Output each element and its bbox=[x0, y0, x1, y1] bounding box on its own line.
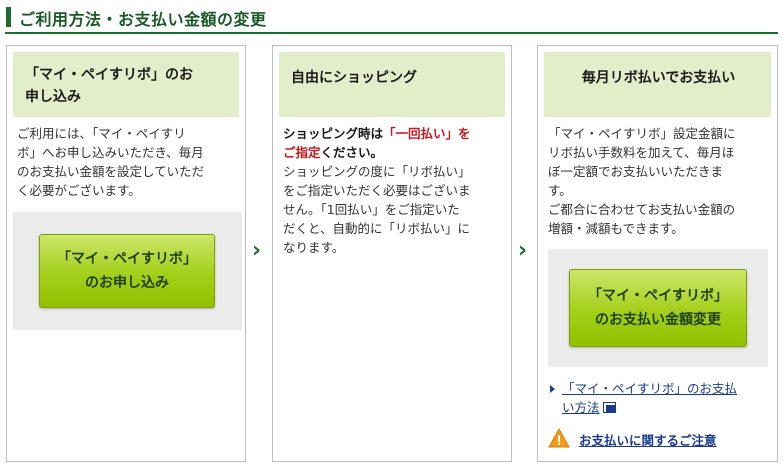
step-card-monthly: 毎月リボ払いでお支払い 「マイ・ペイすリボ」設定金額に リボ払い手数料を加えて、… bbox=[537, 45, 778, 462]
step-heading-line1: 「マイ・ペイすリボ」のお bbox=[25, 67, 193, 83]
desc-line: す。 bbox=[548, 183, 572, 198]
step-description-monthly: 「マイ・ペイすリボ」設定金額に リボ払い手数料を加えて、毎月ほ ぼ一定額でお支払… bbox=[548, 124, 769, 238]
new-window-icon bbox=[602, 402, 616, 413]
link-line2: い方法 bbox=[562, 400, 600, 415]
payment-notice-link[interactable]: お支払いに関するご注意 bbox=[579, 430, 717, 449]
step-card-apply: 「マイ・ペイすリボ」のお 申し込み ご利用には、「マイ・ペイすリ ボ」へお申し込… bbox=[6, 45, 246, 462]
desc-line: 増額・減額もできます。 bbox=[548, 221, 684, 236]
apply-button-line1: 「マイ・ペイすリボ」 bbox=[57, 251, 197, 267]
step-heading-line2: 申し込み bbox=[25, 89, 81, 105]
desc-line: のお支払い金額を設定していただ bbox=[17, 164, 205, 179]
payment-method-link[interactable]: 「マイ・ペイすリボ」のお支払 い方法 bbox=[562, 379, 767, 417]
desc-line: ご都合に合わせてお支払い金額の bbox=[548, 202, 736, 217]
apply-button[interactable]: 「マイ・ペイすリボ」 のお申し込み bbox=[39, 234, 215, 308]
step-card-shopping: 自由にショッピング ショッピング時は「一回払い」を ご指定ください。 ショッピン… bbox=[272, 45, 512, 462]
step-heading-shopping: 自由にショッピング bbox=[279, 52, 505, 117]
step-heading-apply: 「マイ・ペイすリボ」のお 申し込み bbox=[13, 52, 239, 117]
section-title-bar: ご利用方法・お支払い金額の変更 bbox=[5, 4, 778, 34]
change-button-line1: 「マイ・ペイすリボ」 bbox=[588, 288, 728, 304]
desc-line: ボ」へお申し込みいただき、毎月 bbox=[17, 145, 204, 160]
change-amount-button[interactable]: 「マイ・ペイすリボ」 のお支払い金額変更 bbox=[569, 269, 747, 347]
link-arrow-icon bbox=[550, 385, 555, 393]
lead-line: ショッピング時は「一回払い」を bbox=[283, 124, 503, 143]
lead-emphasis: 「一回払い」を bbox=[383, 126, 471, 141]
title-accent-bar bbox=[6, 7, 11, 27]
section-title: ご利用方法・お支払い金額の変更 bbox=[19, 10, 267, 29]
desc-line: せん。「1回払い」をご指定いた bbox=[283, 202, 460, 217]
desc-line: リボ払い手数料を加えて、毎月ほ bbox=[548, 145, 735, 160]
step-arrow-right-icon: › bbox=[518, 238, 528, 263]
step-arrow-right-icon: › bbox=[252, 238, 262, 263]
desc-line: く必要がございます。 bbox=[17, 183, 141, 198]
lead-emphasis: ご指定 bbox=[283, 145, 321, 160]
apply-button-line2: のお申し込み bbox=[85, 275, 169, 291]
step-heading-monthly: 毎月リボ払いでお支払い bbox=[544, 52, 771, 117]
step-description-shopping: ショッピング時は「一回払い」を ご指定ください。 ショッピングの度に「リボ払い」… bbox=[283, 124, 503, 257]
apply-button-panel: 「マイ・ペイすリボ」 のお申し込み bbox=[13, 212, 242, 330]
link-line1: 「マイ・ペイすリボ」のお支払 bbox=[562, 381, 738, 396]
lead-line: ご指定ください。 bbox=[283, 143, 503, 162]
desc-line: ショッピングの度に「リボ払い」 bbox=[283, 164, 471, 179]
desc-line: 「マイ・ペイすリボ」設定金額に bbox=[548, 126, 736, 141]
lead-text: ください。 bbox=[320, 145, 384, 160]
change-amount-panel: 「マイ・ペイすリボ」 のお支払い金額変更 bbox=[548, 249, 768, 367]
desc-line: だくと、自動的に「リボ払い」に bbox=[283, 221, 471, 236]
warning-icon bbox=[548, 428, 570, 448]
lead-text: ショッピング時は bbox=[283, 126, 384, 141]
desc-line: なります。 bbox=[283, 240, 345, 255]
change-button-line2: のお支払い金額変更 bbox=[595, 312, 721, 328]
desc-line: ご利用には、「マイ・ペイすリ bbox=[17, 126, 186, 141]
step-description-apply: ご利用には、「マイ・ペイすリ ボ」へお申し込みいただき、毎月 のお支払い金額を設… bbox=[17, 124, 237, 200]
desc-line: をご指定いただく必要はございま bbox=[283, 183, 471, 198]
desc-line: ぼ一定額でお支払いいただきま bbox=[548, 164, 724, 179]
